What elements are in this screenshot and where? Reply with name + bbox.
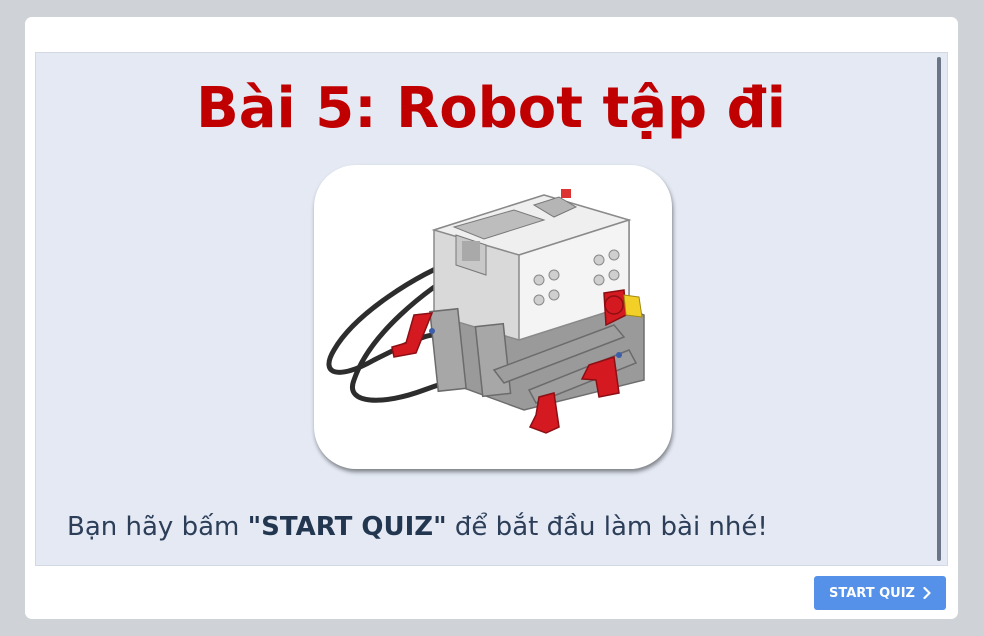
instruction-prefix: Bạn hãy bấm [67,512,248,542]
slide-scrollbar-thumb[interactable] [937,57,941,561]
start-quiz-button[interactable]: START QUIZ [814,576,946,610]
slide-scrollbar[interactable] [937,57,943,561]
quiz-player-window: Bài 5: Robot tập đi Bạn hãy bấm "START Q… [25,17,958,619]
start-quiz-label: START QUIZ [829,585,915,601]
slide-title: Bài 5: Robot tập đi [196,76,786,141]
instruction-suffix: để bắt đầu làm bài nhé! [446,512,768,542]
intro-slide: Bài 5: Robot tập đi Bạn hãy bấm "START Q… [35,52,948,566]
instruction-text: Bạn hãy bấm "START QUIZ" để bắt đầu làm … [67,509,768,545]
chevron-right-icon [923,587,931,599]
robot-image-card [314,165,672,469]
instruction-highlight: "START QUIZ" [247,512,447,542]
lego-robot-image [326,189,645,434]
